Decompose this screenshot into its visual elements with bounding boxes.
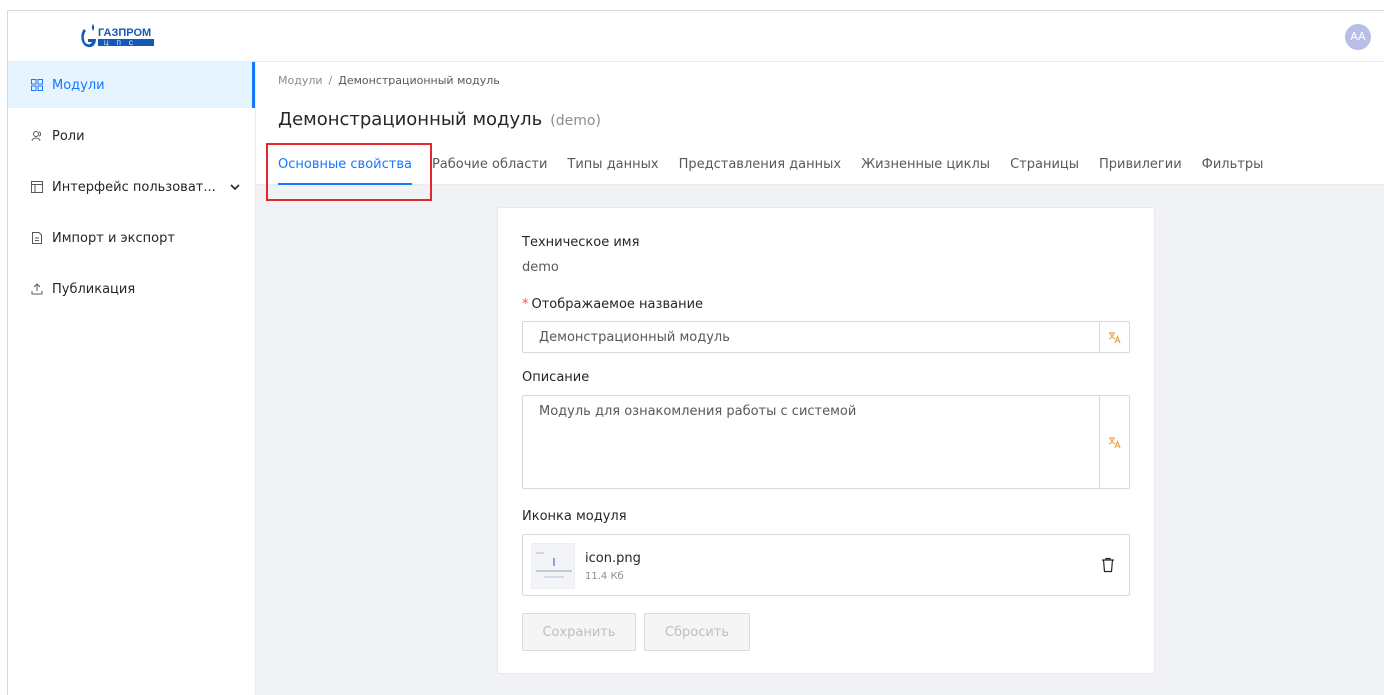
sidebar-item-label: Интерфейс пользоват... — [52, 179, 216, 195]
breadcrumb-separator: / — [328, 74, 333, 87]
sidebar-item-label: Роли — [52, 128, 85, 144]
display-name-label-text: Отображаемое название — [531, 297, 704, 312]
translate-button[interactable] — [1099, 322, 1129, 352]
page-subtitle: (demo) — [550, 113, 601, 129]
file-size: 11.4 Кб — [585, 571, 624, 582]
breadcrumb-link-modules[interactable]: Модули — [278, 74, 323, 87]
uploaded-file: icon.png 11.4 Кб — [522, 534, 1130, 596]
delete-icon[interactable] — [1101, 557, 1115, 573]
reset-button[interactable]: Сбросить — [644, 613, 750, 651]
app-header: ГАЗПРОМ ЦПС AA — [8, 11, 1384, 62]
breadcrumb-current: Демонстрационный модуль — [338, 74, 500, 87]
logo-graphic: ГАЗПРОМ ЦПС — [81, 24, 154, 48]
description-value: Модуль для ознакомления работы с системо… — [539, 404, 857, 419]
translate-icon — [1108, 331, 1121, 343]
tabs: Основные свойства Рабочие области Типы д… — [278, 157, 1283, 185]
description-textarea[interactable]: Модуль для ознакомления работы с системо… — [522, 395, 1130, 489]
sidebar-item-publication[interactable]: Публикация — [8, 266, 255, 312]
tab-workspaces[interactable]: Рабочие области — [432, 157, 547, 185]
file-icon — [30, 231, 44, 245]
tech-name-value: demo — [522, 260, 559, 275]
icon-label: Иконка модуля — [522, 509, 627, 524]
display-name-input[interactable]: Демонстрационный модуль — [522, 321, 1130, 353]
required-mark: * — [522, 297, 529, 312]
grid-icon — [30, 78, 44, 92]
translate-button[interactable] — [1099, 396, 1129, 488]
sidebar: Модули Роли Интерфейс пользоват... Импор… — [8, 62, 256, 695]
tab-lifecycles[interactable]: Жизненные циклы — [861, 157, 990, 185]
breadcrumb: Модули / Демонстрационный модуль — [278, 74, 500, 87]
file-name: icon.png — [585, 551, 641, 566]
description-label: Описание — [522, 370, 590, 385]
gazprom-logo[interactable]: ГАЗПРОМ ЦПС — [78, 23, 158, 51]
properties-card: Техническое имя demo * Отображаемое назва… — [497, 207, 1155, 674]
tab-privileges[interactable]: Привилегии — [1099, 157, 1182, 185]
tab-data-types[interactable]: Типы данных — [567, 157, 658, 185]
user-avatar[interactable]: AA — [1345, 24, 1371, 50]
tab-main-properties[interactable]: Основные свойства — [278, 157, 412, 185]
chevron-down-icon[interactable] — [229, 181, 241, 193]
file-thumbnail — [531, 543, 575, 589]
svg-text:ГАЗПРОМ: ГАЗПРОМ — [98, 27, 151, 39]
save-button[interactable]: Сохранить — [522, 613, 636, 651]
tab-data-views[interactable]: Представления данных — [679, 157, 841, 185]
sidebar-item-label: Импорт и экспорт — [52, 230, 175, 246]
translate-icon — [1108, 436, 1121, 448]
tab-filters[interactable]: Фильтры — [1202, 157, 1264, 185]
sidebar-item-label: Модули — [52, 77, 105, 93]
svg-text:ЦПС: ЦПС — [104, 41, 141, 47]
sidebar-item-roles[interactable]: Роли — [8, 113, 255, 159]
display-name-label: * Отображаемое название — [522, 297, 703, 312]
page-title: Демонстрационный модуль (demo) — [278, 109, 601, 130]
sidebar-item-label: Публикация — [52, 281, 136, 297]
tab-pages[interactable]: Страницы — [1010, 157, 1079, 185]
upload-icon — [30, 282, 44, 296]
users-icon — [30, 129, 44, 143]
page-header: Модули / Демонстрационный модуль Демонст… — [256, 62, 1384, 185]
tech-name-label: Техническое имя — [522, 235, 640, 250]
page-title-text: Демонстрационный модуль — [278, 109, 543, 130]
sidebar-item-modules[interactable]: Модули — [8, 62, 255, 108]
layout-icon — [30, 180, 44, 194]
display-name-value: Демонстрационный модуль — [539, 330, 730, 345]
sidebar-item-user-interface[interactable]: Интерфейс пользоват... — [8, 164, 255, 210]
sidebar-item-import-export[interactable]: Импорт и экспорт — [8, 215, 255, 261]
image-thumbnail-icon — [536, 552, 572, 578]
